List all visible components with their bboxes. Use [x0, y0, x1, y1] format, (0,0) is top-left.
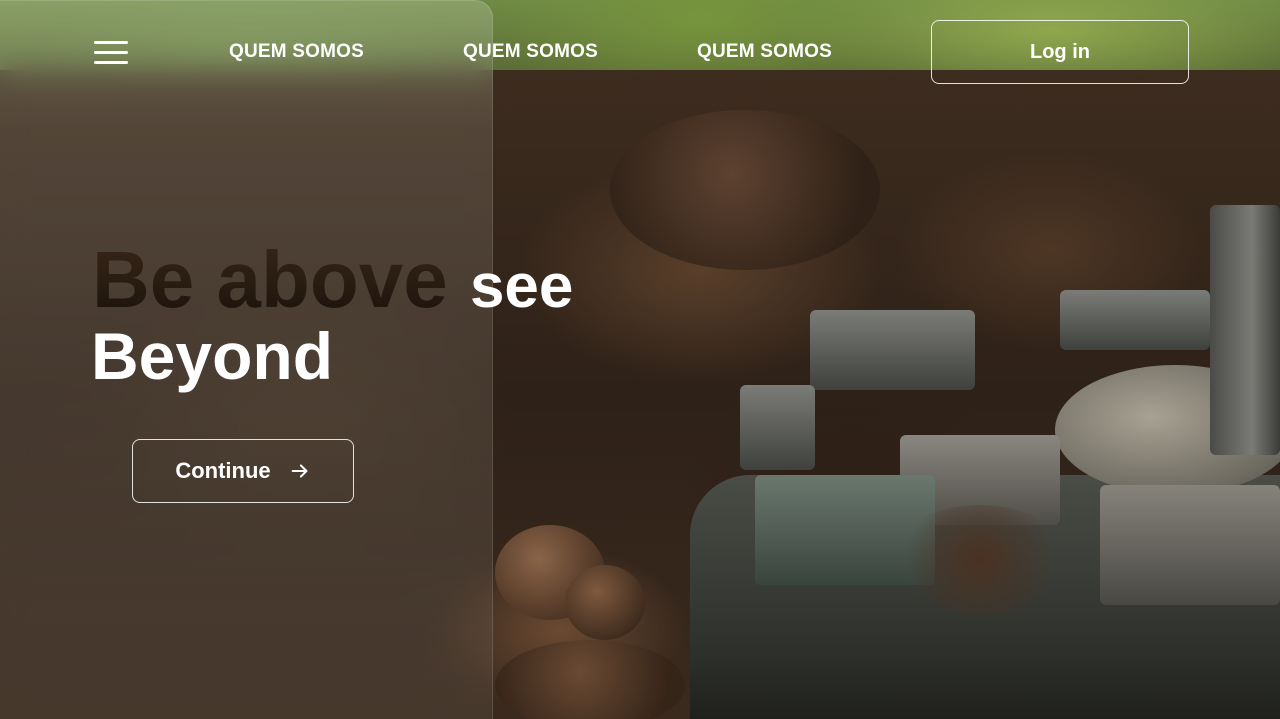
landing-page: QUEM SOMOS QUEM SOMOS QUEM SOMOS Log in … [0, 0, 1280, 719]
login-button[interactable]: Log in [931, 20, 1189, 84]
machine-dirt [890, 505, 1070, 615]
hero-title-line1: Be above see [92, 238, 573, 329]
nav-link-quem-somos-1[interactable]: QUEM SOMOS [229, 41, 364, 63]
hero-title-light: see [469, 252, 574, 321]
machine-part [1100, 485, 1280, 605]
machine-part [810, 310, 975, 390]
machine-part [740, 385, 815, 470]
machine-image [680, 205, 1280, 719]
nav-link-quem-somos-3[interactable]: QUEM SOMOS [697, 41, 832, 63]
continue-button[interactable]: Continue [132, 439, 354, 503]
hero-title-dark: Be above [92, 235, 448, 324]
menu-line [94, 61, 128, 64]
nav-link-quem-somos-2[interactable]: QUEM SOMOS [463, 41, 598, 63]
hero-title-line2: Beyond [91, 319, 334, 393]
menu-line [94, 51, 128, 54]
hamburger-menu-icon[interactable] [94, 41, 128, 65]
arrow-right-icon [291, 464, 308, 478]
soil-clod [565, 565, 645, 640]
machine-part [1060, 290, 1210, 350]
hero-title: Be above see [92, 238, 573, 329]
top-nav: QUEM SOMOS QUEM SOMOS QUEM SOMOS Log in [0, 0, 1280, 100]
menu-line [94, 41, 128, 44]
continue-label: Continue [175, 458, 271, 483]
machine-part [1210, 205, 1280, 455]
